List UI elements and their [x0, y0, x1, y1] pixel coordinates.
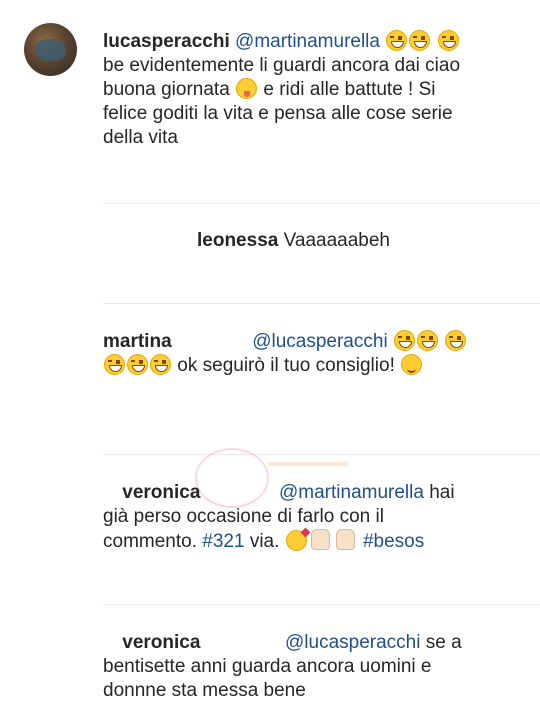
comment-2: leonessa Vaaaaaabeh	[197, 229, 527, 253]
comment-username[interactable]: martina	[103, 331, 172, 352]
laugh-emoji-icon	[445, 330, 467, 351]
comment-text: ok seguirò il tuo consiglio!	[177, 355, 395, 376]
laugh-emoji-icon	[150, 354, 171, 375]
hashtag-link[interactable]: #321	[202, 531, 244, 552]
hashtag-link[interactable]: #besos	[363, 531, 424, 552]
comment-username[interactable]: veronica	[122, 632, 200, 653]
comment-mention[interactable]: @martinamurella	[279, 482, 424, 503]
comment-username[interactable]: veronica	[122, 482, 200, 503]
comment-divider	[103, 203, 540, 204]
laugh-emoji-icon	[393, 330, 415, 351]
commenter-avatar[interactable]	[24, 23, 77, 76]
comment-divider	[103, 604, 540, 605]
laugh-emoji-icon	[437, 30, 459, 51]
kiss-emoji-icon	[285, 530, 307, 551]
comment-4: veronica @martinamurella hai già perso o…	[103, 481, 483, 554]
comment-username[interactable]: lucasperacchi	[103, 31, 230, 52]
comment-3: martina @lucasperacchi ok seguirò il tuo…	[103, 330, 483, 378]
watermark-strip	[268, 462, 348, 466]
comment-mention[interactable]: @martinamurella	[235, 31, 380, 52]
laugh-emoji-icon	[416, 330, 438, 351]
laugh-emoji-icon	[104, 354, 125, 375]
comment-1: lucasperacchi @martinamurella be evident…	[103, 30, 483, 150]
comment-5: veronica @lucasperacchi se a bentisette …	[103, 631, 483, 703]
fist-emoji-icon	[310, 529, 330, 550]
laugh-emoji-icon	[386, 30, 408, 51]
tongue-emoji-icon	[236, 78, 258, 99]
wink-emoji-icon	[401, 354, 423, 375]
comment-divider	[103, 454, 540, 455]
comment-text: via.	[249, 531, 280, 552]
comment-mention[interactable]: @lucasperacchi	[285, 632, 420, 653]
comment-mention[interactable]: @lucasperacchi	[252, 331, 387, 352]
fist-emoji-icon	[335, 529, 355, 550]
laugh-emoji-icon	[409, 30, 431, 51]
comment-divider	[103, 303, 540, 304]
comment-text: Vaaaaaabeh	[283, 230, 390, 251]
laugh-emoji-icon	[127, 354, 148, 375]
comment-username[interactable]: leonessa	[197, 230, 278, 251]
